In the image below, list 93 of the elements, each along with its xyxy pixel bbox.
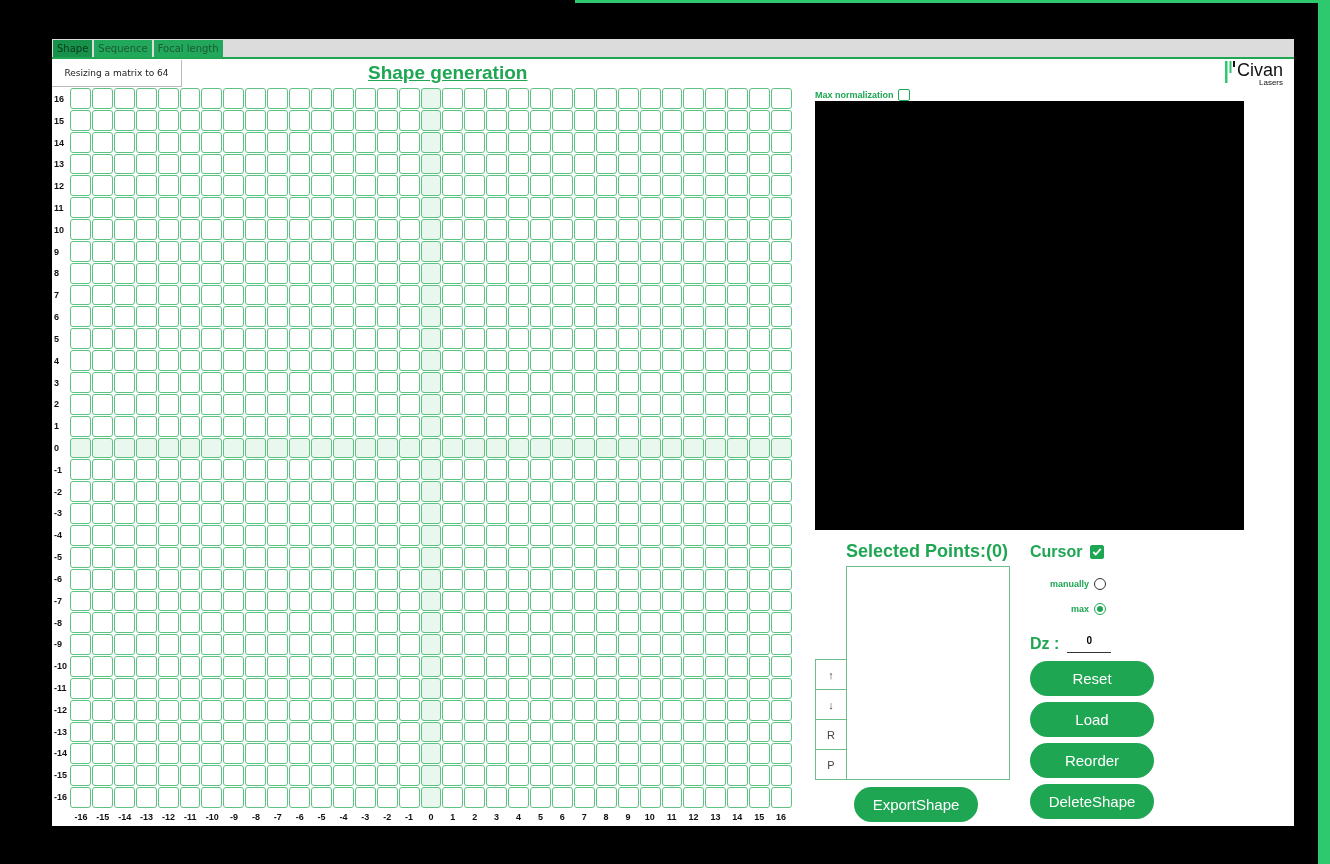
row-label: 16	[53, 92, 65, 106]
column-label: 10	[643, 812, 656, 822]
field-label: Dz :	[1030, 635, 1060, 653]
row-label: 3	[53, 376, 60, 390]
column-label: 8	[602, 812, 610, 822]
column-label: -5	[316, 812, 327, 822]
column-label: -3	[360, 812, 371, 822]
tab[interactable]: Shape	[53, 40, 93, 57]
section-title: Selected Points:(0)	[846, 541, 1010, 563]
column-label: 16	[775, 812, 788, 822]
row-label: 5	[53, 332, 60, 346]
column-label: 6	[558, 812, 566, 822]
page-title: Shape generation	[368, 62, 528, 84]
row-label: 0	[53, 442, 60, 455]
action-button[interactable]: Reset	[1030, 661, 1154, 696]
row-label: -7	[53, 594, 63, 608]
column-label: -10	[204, 812, 220, 822]
column-label: 14	[731, 812, 744, 822]
checkbox[interactable]	[1090, 545, 1105, 559]
row-label: 11	[53, 202, 65, 215]
row-label: 8	[53, 267, 60, 281]
radio-button[interactable]	[1094, 577, 1106, 590]
column-label: 13	[709, 812, 722, 822]
column-label: -6	[294, 812, 305, 822]
checkbox-label: Cursor	[1030, 543, 1083, 561]
row-label: -12	[53, 703, 68, 717]
status-message: Resizing a matrix to 64	[52, 59, 182, 87]
column-label: -8	[250, 812, 261, 822]
column-label: 3	[493, 812, 501, 822]
column-label: -4	[338, 812, 349, 822]
radio-button[interactable]	[1094, 602, 1106, 615]
list-action-button[interactable]: ↑	[815, 659, 846, 690]
action-button[interactable]: DeleteShape	[1030, 784, 1154, 819]
logo-icon	[1224, 61, 1235, 83]
row-label: -8	[53, 616, 63, 630]
logo-tagline: Lasers	[1259, 79, 1283, 87]
column-label: -1	[404, 812, 415, 822]
column-label: 12	[687, 812, 700, 822]
tab[interactable]: Focal length	[153, 40, 223, 57]
row-label: 13	[53, 158, 65, 172]
row-label: 6	[53, 311, 60, 325]
dz-field[interactable]: 0	[1067, 635, 1112, 653]
column-label: 9	[624, 812, 632, 822]
logo-name: Civan	[1236, 61, 1283, 79]
column-label: -9	[229, 812, 240, 822]
row-label: -6	[53, 572, 63, 586]
export-button[interactable]: ExportShape	[854, 787, 978, 822]
row-label: -10	[53, 660, 68, 674]
row-label: -15	[53, 769, 68, 783]
row-label: -2	[53, 485, 63, 499]
row-label: -3	[53, 507, 63, 521]
column-label: -12	[160, 812, 176, 822]
row-label: -9	[53, 638, 63, 652]
row-label: 12	[53, 180, 65, 194]
row-label: -1	[53, 463, 63, 477]
row-label: 9	[53, 245, 60, 259]
row-label: -4	[53, 529, 63, 543]
column-label: 11	[665, 812, 678, 822]
row-label: 14	[53, 136, 65, 150]
column-label: -2	[382, 812, 393, 822]
column-label: 5	[536, 812, 544, 822]
list-action-button[interactable]: P	[815, 749, 846, 780]
row-label: -16	[53, 791, 68, 805]
row-label: -5	[53, 551, 63, 565]
row-label: -11	[53, 682, 68, 695]
row-label: 15	[53, 114, 65, 128]
checkbox-label: Max normalization	[815, 90, 894, 100]
action-button[interactable]: Reorder	[1030, 743, 1154, 778]
row-label: 1	[53, 420, 60, 434]
radio-label: max	[1071, 603, 1089, 614]
action-button[interactable]: Load	[1030, 702, 1154, 737]
checkbox[interactable]	[897, 89, 910, 101]
column-label: -14	[117, 812, 133, 822]
column-label: 2	[471, 812, 479, 822]
row-label: 2	[53, 398, 60, 412]
tab[interactable]: Sequence	[94, 40, 152, 57]
column-label: -7	[272, 812, 283, 822]
row-label: -13	[53, 725, 68, 739]
column-label: 1	[449, 812, 457, 822]
radio-label: manually	[1050, 578, 1089, 589]
column-label: -11	[183, 812, 198, 822]
points-list[interactable]	[846, 566, 1010, 780]
column-label: -16	[73, 812, 89, 822]
column-label: 4	[515, 812, 522, 822]
column-label: -13	[139, 812, 155, 822]
row-label: 7	[53, 289, 60, 303]
column-label: 0	[427, 812, 435, 822]
row-label: -14	[53, 747, 68, 761]
column-label: -15	[95, 812, 111, 822]
row-label: 4	[53, 354, 60, 368]
column-label: 7	[580, 812, 588, 822]
row-label: 10	[53, 223, 65, 237]
column-label: 15	[753, 812, 766, 822]
